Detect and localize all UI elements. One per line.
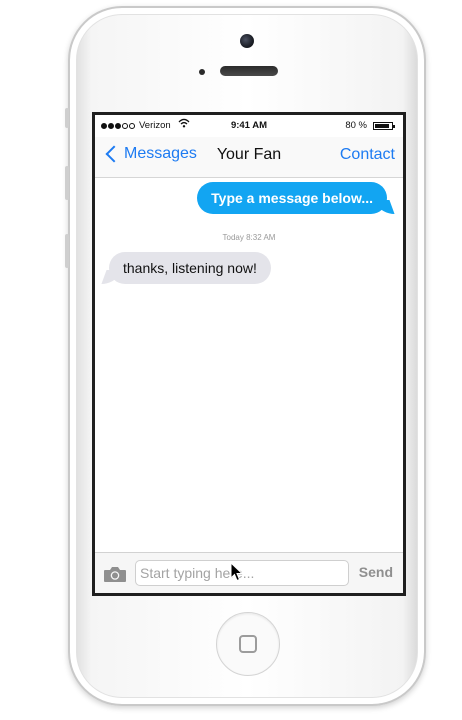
battery-percent: 80 %: [345, 120, 367, 131]
proximity-sensor: [199, 69, 205, 75]
navigation-bar: Messages Your Fan Contact: [95, 137, 403, 178]
incoming-message: thanks, listening now!: [109, 252, 271, 284]
camera-icon[interactable]: [103, 566, 127, 583]
mute-switch: [65, 108, 69, 128]
screen: Verizon 9:41 AM 80 % Messages Your Fan C…: [92, 112, 406, 596]
outgoing-message: Type a message below...: [197, 182, 387, 214]
front-camera: [240, 34, 254, 48]
volume-up-button: [65, 166, 69, 200]
battery-icon: [373, 122, 395, 130]
status-bar: Verizon 9:41 AM 80 %: [95, 115, 403, 137]
message-timestamp: Today 8:32 AM: [222, 233, 276, 242]
send-button[interactable]: Send: [359, 564, 393, 580]
earpiece-speaker: [220, 66, 278, 76]
home-square-icon: [239, 635, 257, 653]
mouse-cursor-icon: [230, 562, 244, 582]
contact-button[interactable]: Contact: [340, 146, 395, 164]
volume-down-button: [65, 234, 69, 268]
home-button[interactable]: [216, 612, 280, 676]
message-composer: Send: [95, 552, 403, 593]
